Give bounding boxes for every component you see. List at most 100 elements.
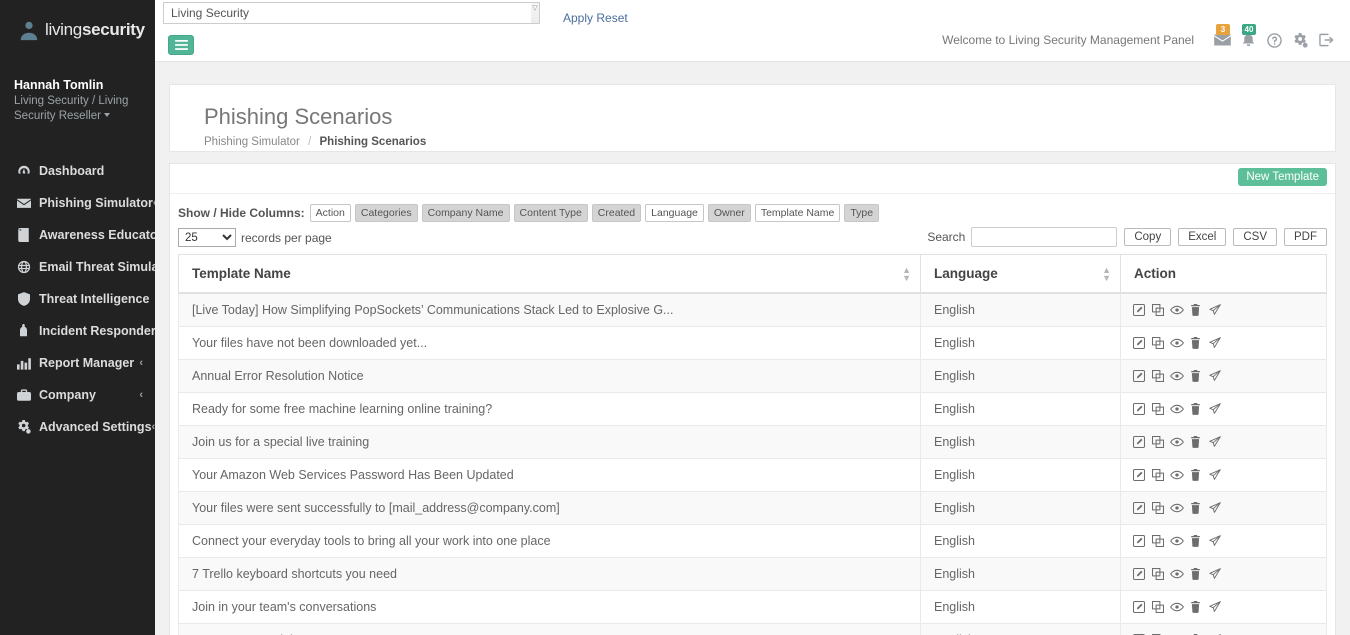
clone-icon[interactable] [1150, 369, 1165, 383]
column-header-language[interactable]: Language ▲▼ [921, 255, 1121, 294]
clone-icon[interactable] [1150, 567, 1165, 581]
sidebar-user-block[interactable]: Hannah Tomlin Living Security / Living S… [0, 60, 155, 131]
colvis-button-language[interactable]: Language [645, 204, 704, 222]
table-row[interactable]: Join us for a special live trainingEngli… [179, 426, 1327, 459]
sidebar-item-email-threat-simulator[interactable]: Email Threat Simulator [0, 251, 155, 283]
sidebar-item-phishing-simulator[interactable]: Phishing Simulator ‹ [0, 187, 155, 219]
colvis-button-company-name[interactable]: Company Name [422, 204, 510, 222]
edit-icon[interactable] [1131, 303, 1146, 317]
sidebar-item-advanced-settings[interactable]: Advanced Settings ‹ [0, 411, 155, 443]
send-paper-plane-icon[interactable] [1207, 336, 1222, 350]
colvis-button-action[interactable]: Action [310, 204, 351, 222]
table-row[interactable]: 7 Trello keyboard shortcuts you needEngl… [179, 558, 1327, 591]
preview-eye-icon[interactable] [1169, 501, 1184, 515]
send-paper-plane-icon[interactable] [1207, 567, 1222, 581]
sidebar-item-company[interactable]: Company ‹ [0, 379, 155, 411]
colvis-button-template-name[interactable]: Template Name [755, 204, 841, 222]
edit-icon[interactable] [1131, 435, 1146, 449]
apply-link[interactable]: Apply [563, 11, 593, 25]
delete-trash-icon[interactable] [1188, 369, 1203, 383]
settings-gears-icon[interactable] [1288, 29, 1312, 51]
export-copy-button[interactable]: Copy [1124, 228, 1171, 246]
edit-icon[interactable] [1131, 501, 1146, 515]
export-pdf-button[interactable]: PDF [1284, 228, 1327, 246]
logout-icon[interactable] [1314, 29, 1338, 51]
sidebar-toggle-button[interactable] [168, 35, 194, 55]
preview-eye-icon[interactable] [1169, 567, 1184, 581]
table-row[interactable]: [Live Today] How Simplifying PopSockets’… [179, 293, 1327, 327]
sidebar-item-awareness-educator[interactable]: Awareness Educator ‹ [0, 219, 155, 251]
send-paper-plane-icon[interactable] [1207, 534, 1222, 548]
send-paper-plane-icon[interactable] [1207, 468, 1222, 482]
send-paper-plane-icon[interactable] [1207, 369, 1222, 383]
clone-icon[interactable] [1150, 501, 1165, 515]
edit-icon[interactable] [1131, 468, 1146, 482]
send-paper-plane-icon[interactable] [1207, 303, 1222, 317]
preview-eye-icon[interactable] [1169, 468, 1184, 482]
colvis-button-created[interactable]: Created [592, 204, 641, 222]
preview-eye-icon[interactable] [1169, 369, 1184, 383]
preview-eye-icon[interactable] [1169, 402, 1184, 416]
colvis-button-categories[interactable]: Categories [355, 204, 418, 222]
table-row[interactable]: Annual Error Resolution NoticeEnglish [179, 360, 1327, 393]
preview-eye-icon[interactable] [1169, 534, 1184, 548]
table-row[interactable]: Your files have not been downloaded yet.… [179, 327, 1327, 360]
clone-icon[interactable] [1150, 303, 1165, 317]
sidebar-item-incident-responder[interactable]: Incident Responder ‹ [0, 315, 155, 347]
preview-eye-icon[interactable] [1169, 435, 1184, 449]
delete-trash-icon[interactable] [1188, 468, 1203, 482]
help-circle-icon[interactable] [1262, 29, 1286, 51]
delete-trash-icon[interactable] [1188, 600, 1203, 614]
colvis-button-content-type[interactable]: Content Type [514, 204, 588, 222]
table-row[interactable]: Ready for some free machine learning onl… [179, 393, 1327, 426]
delete-trash-icon[interactable] [1188, 303, 1203, 317]
table-row[interactable]: Connect your everyday tools to bring all… [179, 525, 1327, 558]
delete-trash-icon[interactable] [1188, 501, 1203, 515]
sidebar-item-report-manager[interactable]: Report Manager ‹ [0, 347, 155, 379]
delete-trash-icon[interactable] [1188, 567, 1203, 581]
table-row[interactable]: Join in your team's conversationsEnglish [179, 591, 1327, 624]
sidebar-item-dashboard[interactable]: Dashboard [0, 155, 155, 187]
edit-icon[interactable] [1131, 402, 1146, 416]
clone-icon[interactable] [1150, 600, 1165, 614]
edit-icon[interactable] [1131, 567, 1146, 581]
breadcrumb-parent-link[interactable]: Phishing Simulator [204, 136, 300, 148]
export-excel-button[interactable]: Excel [1178, 228, 1226, 246]
colvis-button-type[interactable]: Type [844, 204, 879, 222]
reset-link[interactable]: Reset [596, 11, 627, 25]
new-template-button[interactable]: New Template [1238, 168, 1327, 186]
edit-icon[interactable] [1131, 336, 1146, 350]
colvis-button-owner[interactable]: Owner [708, 204, 751, 222]
preview-eye-icon[interactable] [1169, 336, 1184, 350]
brand-logo[interactable]: livingsecurity [0, 0, 155, 60]
company-select-scroll-indicator[interactable]: ▽ [531, 2, 540, 24]
clone-icon[interactable] [1150, 336, 1165, 350]
delete-trash-icon[interactable] [1188, 435, 1203, 449]
table-row[interactable]: Your files were sent successfully to [ma… [179, 492, 1327, 525]
send-paper-plane-icon[interactable] [1207, 600, 1222, 614]
search-input[interactable] [971, 227, 1117, 247]
delete-trash-icon[interactable] [1188, 402, 1203, 416]
export-csv-button[interactable]: CSV [1233, 228, 1277, 246]
edit-icon[interactable] [1131, 534, 1146, 548]
delete-trash-icon[interactable] [1188, 336, 1203, 350]
table-row[interactable]: Zoom - Your Opinion MattersEnglish [179, 624, 1327, 635]
clone-icon[interactable] [1150, 534, 1165, 548]
messages-envelope-icon[interactable]: 3 [1210, 29, 1234, 51]
preview-eye-icon[interactable] [1169, 600, 1184, 614]
sidebar-item-threat-intelligence[interactable]: Threat Intelligence [0, 283, 155, 315]
preview-eye-icon[interactable] [1169, 303, 1184, 317]
clone-icon[interactable] [1150, 402, 1165, 416]
delete-trash-icon[interactable] [1188, 534, 1203, 548]
edit-icon[interactable] [1131, 600, 1146, 614]
edit-icon[interactable] [1131, 369, 1146, 383]
send-paper-plane-icon[interactable] [1207, 402, 1222, 416]
clone-icon[interactable] [1150, 468, 1165, 482]
send-paper-plane-icon[interactable] [1207, 435, 1222, 449]
table-row[interactable]: Your Amazon Web Services Password Has Be… [179, 459, 1327, 492]
clone-icon[interactable] [1150, 435, 1165, 449]
send-paper-plane-icon[interactable] [1207, 501, 1222, 515]
notifications-bell-icon[interactable]: 40 [1236, 29, 1260, 51]
page-length-select[interactable]: 25 [178, 228, 236, 247]
column-header-template-name[interactable]: Template Name ▲▼ [179, 255, 921, 294]
